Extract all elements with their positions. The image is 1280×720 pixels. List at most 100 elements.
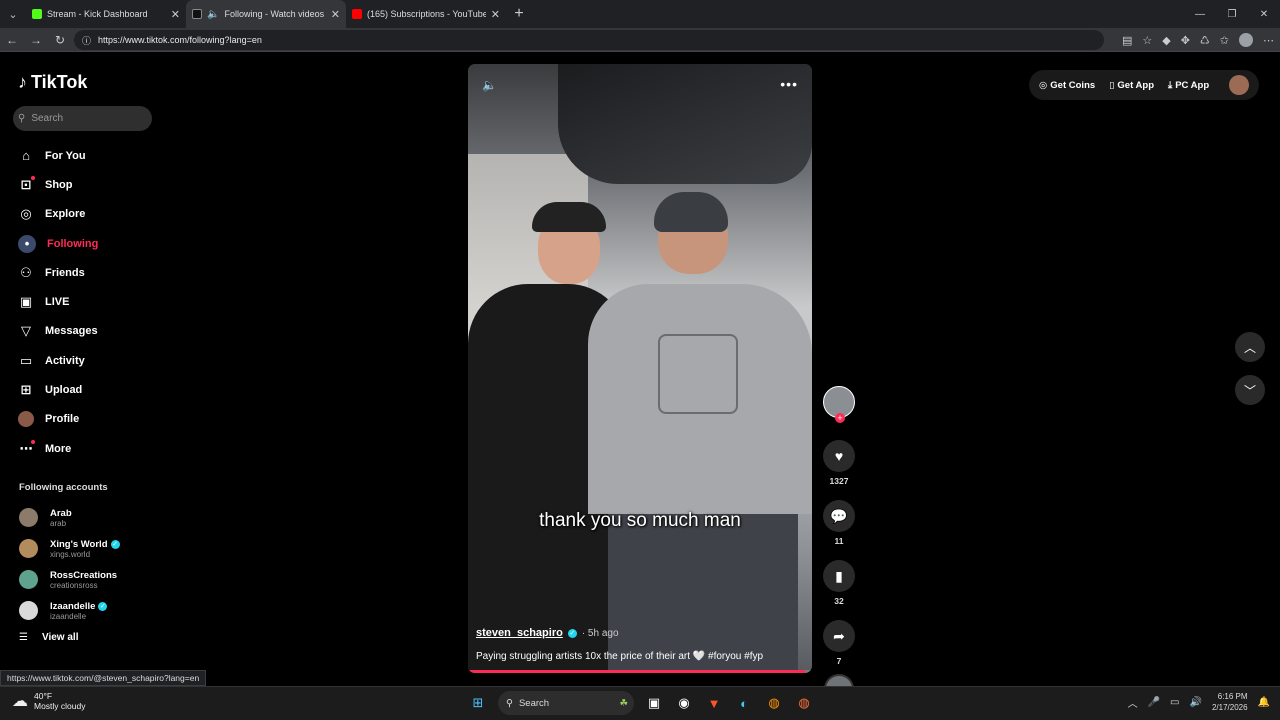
video-caption: thank you so much man — [539, 510, 741, 531]
avatar — [19, 508, 38, 527]
video-username-link[interactable]: steven_schapiro — [476, 627, 563, 639]
account-name-row: Xing's World ✓ — [50, 539, 120, 550]
extension-diamond-icon[interactable]: ◆ — [1162, 34, 1170, 47]
video-person-center — [588, 192, 812, 673]
tab-list-chevron-icon[interactable]: ⌄ — [0, 0, 26, 28]
windows-taskbar: ☁ 40°F Mostly cloudy ⊞ ⚲ Search ☘ ▣ ◉ ▼ … — [0, 686, 1280, 720]
more-options-icon[interactable]: ••• — [780, 76, 798, 92]
video-progress-fill — [468, 670, 806, 673]
back-icon[interactable]: ← — [0, 33, 24, 47]
sidebar-item-activity[interactable]: ▭ Activity — [18, 346, 158, 375]
heart-icon[interactable]: ♥ — [823, 440, 855, 472]
nav-label: Explore — [45, 208, 86, 221]
sidebar-item-following[interactable]: • Following — [18, 229, 158, 258]
account-name-row: Izaandelle ✓ — [50, 601, 108, 612]
url-field[interactable]: ⓘ https://www.tiktok.com/following?lang=… — [74, 30, 1104, 50]
next-video-button[interactable]: ﹀ — [1235, 375, 1265, 405]
edge-browser-icon[interactable]: ◐ — [734, 693, 754, 713]
view-all-button[interactable]: ☰ View all — [19, 632, 78, 643]
browser-essentials-icon[interactable]: ♺ — [1200, 34, 1210, 47]
speaker-icon[interactable]: 🔈 — [207, 9, 219, 20]
browser-profile-avatar[interactable] — [1239, 33, 1253, 47]
notification-bell-icon[interactable]: 🔔 — [1258, 697, 1270, 708]
profile-icon — [18, 411, 34, 428]
restore-icon[interactable]: ❐ — [1216, 0, 1248, 28]
favorite-star-icon[interactable]: ☆ — [1142, 34, 1152, 47]
favorites-icon[interactable]: ✩ — [1220, 34, 1229, 47]
comment-icon[interactable]: 💬 — [823, 500, 855, 532]
verified-badge-icon: ✓ — [98, 601, 108, 611]
brave-browser-icon[interactable]: ▼ — [704, 693, 724, 713]
close-tab-icon[interactable]: ✕ — [171, 8, 180, 21]
clock-date: 2/17/2026 — [1211, 703, 1248, 712]
close-tab-icon[interactable]: ✕ — [491, 8, 500, 21]
sidebar-item-messages[interactable]: ▽ Messages — [18, 317, 158, 346]
sidebar-nav: ⌂ For You ⊡ Shop ◎ Explore • Following ⚇ Frie… — [18, 141, 158, 463]
volume-icon[interactable]: 🔊 — [1190, 697, 1202, 708]
new-tab-icon[interactable]: + — [506, 5, 532, 23]
video-actions: + ♥ 1327 💬 11 ▮ 32 ➦ 7 — [822, 386, 856, 704]
tiktok-logo[interactable]: ♪ TikTok — [18, 72, 87, 93]
task-view-icon[interactable]: ▣ — [644, 693, 664, 713]
taskbar-search-label: Search — [518, 697, 550, 709]
reader-icon[interactable]: ▤ — [1122, 34, 1132, 47]
share-icon[interactable]: ➦ — [823, 620, 855, 652]
browser-tab-youtube[interactable]: (165) Subscriptions - YouTube ✕ — [346, 0, 506, 28]
sidebar-item-for-you[interactable]: ⌂ For You — [18, 141, 158, 170]
following-account-item[interactable]: Xing's World ✓ xings.world — [19, 533, 120, 564]
sidebar-item-upload[interactable]: ⊞ Upload — [18, 375, 158, 404]
clock[interactable]: 6:16 PM 2/17/2026 — [1212, 691, 1248, 713]
video-car-hatch — [558, 64, 812, 184]
site-info-icon[interactable]: ⓘ — [82, 34, 91, 47]
user-avatar[interactable] — [1229, 75, 1249, 95]
get-coins-button[interactable]: ◎ Get Coins — [1039, 80, 1095, 91]
nav-label: Friends — [45, 266, 85, 279]
close-window-icon[interactable]: ✕ — [1248, 0, 1280, 28]
weather-temp: 40°F — [34, 691, 53, 701]
taskbar-apps: ⊞ ⚲ Search ☘ ▣ ◉ ▼ ◐ ◍ ◍ — [468, 691, 814, 715]
obs-app-icon[interactable]: ◉ — [674, 693, 694, 713]
previous-video-button[interactable]: ︿ — [1235, 332, 1265, 362]
follow-plus-icon[interactable]: + — [835, 413, 845, 423]
windows-start-icon[interactable]: ⊞ — [468, 693, 488, 713]
nav-label: Upload — [45, 384, 83, 397]
weather-widget[interactable]: ☁ 40°F Mostly cloudy — [12, 691, 86, 711]
following-account-item[interactable]: Izaandelle ✓ izaandelle — [19, 595, 120, 626]
following-account-item[interactable]: RossCreations creationsross — [19, 564, 120, 595]
extensions-puzzle-icon[interactable]: ✥ — [1181, 34, 1190, 47]
bookmark-icon[interactable]: ▮ — [823, 560, 855, 592]
volume-icon[interactable]: 🔈 — [482, 78, 497, 92]
browser-menu-icon[interactable]: ⋯ — [1263, 34, 1274, 47]
sidebar-item-explore[interactable]: ◎ Explore — [18, 200, 158, 229]
video-player[interactable]: 🔈 ••• thank you so much man steven_schap… — [468, 64, 812, 673]
sidebar-item-shop[interactable]: ⊡ Shop — [18, 170, 158, 199]
sidebar-item-friends[interactable]: ⚇ Friends — [18, 258, 158, 287]
tray-chevron-up-icon[interactable]: ︿ — [1128, 695, 1138, 710]
forward-icon[interactable]: → — [24, 33, 48, 47]
pc-app-button[interactable]: ⤓ PC App — [1168, 80, 1209, 91]
cloud-icon: ☁ — [12, 693, 28, 710]
browser-tab-tiktok[interactable]: 🔈 Following - Watch videos from ✕ — [186, 0, 346, 28]
following-icon: • — [18, 234, 36, 253]
sidebar-item-profile[interactable]: Profile — [18, 405, 158, 434]
messages-icon: ▽ — [21, 323, 31, 339]
microphone-icon[interactable]: 🎤 — [1148, 697, 1160, 708]
firefox-alt-icon[interactable]: ◍ — [794, 693, 814, 713]
reload-icon[interactable]: ↻ — [48, 33, 72, 47]
minimize-icon[interactable]: — — [1184, 0, 1216, 28]
search-highlight-icon: ☘ — [619, 697, 628, 709]
video-progress-bar[interactable] — [468, 670, 812, 673]
following-account-item[interactable]: Arab arab — [19, 502, 120, 533]
search-input[interactable]: ⚲ Search — [13, 106, 152, 131]
sidebar-item-more[interactable]: ⋯ More — [18, 434, 158, 463]
firefox-icon[interactable]: ◍ — [764, 693, 784, 713]
nav-label: LIVE — [45, 296, 70, 309]
taskbar-search[interactable]: ⚲ Search ☘ — [498, 691, 634, 715]
sidebar-item-live[interactable]: ▣ LIVE — [18, 287, 158, 316]
get-app-button[interactable]: ▯ Get App — [1109, 80, 1154, 91]
phone-icon: ▯ — [1109, 79, 1115, 91]
close-tab-icon[interactable]: ✕ — [331, 8, 340, 21]
browser-tab-kick[interactable]: Stream - Kick Dashboard ✕ — [26, 0, 186, 28]
display-icon[interactable]: ▭ — [1170, 697, 1179, 708]
creator-avatar[interactable]: + — [823, 386, 855, 423]
